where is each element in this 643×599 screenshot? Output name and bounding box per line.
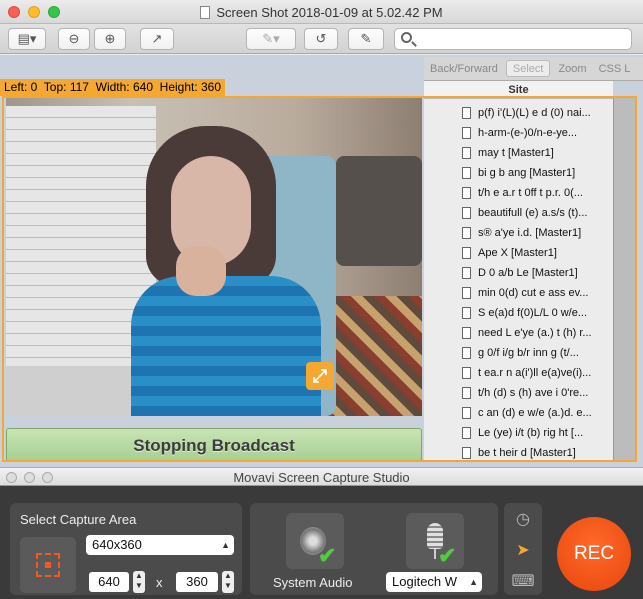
list-item[interactable]: s® a'ye i.d. [Master1] — [424, 223, 613, 243]
movavi-titlebar: Movavi Screen Capture Studio — [0, 467, 643, 486]
tab-select[interactable]: Select — [505, 60, 551, 77]
document-icon — [200, 6, 211, 19]
preview-titlebar: Screen Shot 2018-01-09 at 5.02.42 PM — [0, 0, 643, 24]
rotate-button[interactable]: ↺ — [304, 28, 338, 50]
list-item[interactable]: bi g b ang [Master1] — [424, 163, 613, 183]
page-icon — [462, 207, 471, 219]
sofa — [336, 156, 422, 266]
list-item[interactable]: beautifull (e) a.s/s (t)... — [424, 203, 613, 223]
rec-button[interactable]: REC — [557, 517, 631, 591]
list-item[interactable]: may t [Master1] — [424, 143, 613, 163]
page-icon — [462, 167, 471, 179]
width-stepper[interactable]: ▲ ▼ — [133, 571, 145, 593]
page-icon — [462, 447, 471, 459]
site-column-header[interactable]: Site — [424, 81, 613, 99]
microphone-select[interactable]: Logitech W ▲ — [386, 572, 482, 592]
markup-pen-button[interactable]: ✎▾ — [246, 28, 296, 50]
tab-zoom[interactable]: Zoom — [552, 57, 592, 80]
list-item[interactable]: S e(a)d f(0)L/L 0 w/e... — [424, 303, 613, 323]
window-title: Screen Shot 2018-01-09 at 5.02.42 PM — [0, 5, 643, 20]
list-item[interactable]: g 0/f i/g b/r inn g (t/... — [424, 343, 613, 363]
list-item[interactable]: D 0 a/b Le [Master1] — [424, 263, 613, 283]
keyboard-icon[interactable]: ⌨ — [508, 571, 538, 593]
page-icon — [462, 387, 471, 399]
page-icon — [462, 287, 471, 299]
list-item[interactable]: need L e'ye (a.) t (h) r... — [424, 323, 613, 343]
page-icon — [462, 407, 471, 419]
system-audio-label: System Audio — [273, 575, 353, 590]
preview-toolbar: ▤▾ ⊖ ⊕ ↗ ✎▾ ↺ ✎ — [0, 24, 643, 54]
tab-css[interactable]: CSS L — [593, 57, 637, 80]
page-icon — [462, 427, 471, 439]
capture-dimensions-label: Left: 0 Top: 117 Width: 640 Height: 360 — [0, 79, 226, 96]
select-capture-area-label: Select Capture Area — [20, 512, 137, 527]
search-field[interactable] — [394, 28, 632, 50]
share-button[interactable]: ↗ — [140, 28, 174, 50]
expand-icon[interactable]: ⤢ — [306, 362, 334, 390]
page-icon — [462, 307, 471, 319]
inspector-tabs: Back/Forward Select Zoom CSS L — [424, 57, 643, 81]
list-item[interactable]: min 0(d) cut e ass ev... — [424, 283, 613, 303]
sidebar-view-button[interactable]: ▤▾ — [8, 28, 46, 50]
width-field[interactable]: 640 — [89, 572, 129, 592]
page-icon — [462, 107, 471, 119]
zoom-out-button[interactable]: ⊖ — [58, 28, 90, 50]
list-item[interactable]: Ape X [Master1] — [424, 243, 613, 263]
page-icon — [462, 127, 471, 139]
page-icon — [462, 327, 471, 339]
timer-icon[interactable]: ◷ — [508, 509, 538, 531]
list-item[interactable]: t/h (d) s (h) ave i 0're... — [424, 383, 613, 403]
list-item[interactable]: t/h e a.r t 0ff t p.r. 0(... — [424, 183, 613, 203]
page-icon — [462, 267, 471, 279]
scrollbar-column[interactable] — [613, 96, 635, 462]
list-item[interactable]: c an (d) e w/e (a.)d. e... — [424, 403, 613, 423]
list-item[interactable]: h-arm-(e-)0/n-e-ye... — [424, 123, 613, 143]
page-icon — [462, 247, 471, 259]
height-field[interactable]: 360 — [176, 572, 218, 592]
capture-area-target-button[interactable] — [20, 537, 76, 593]
list-item[interactable]: Le (ye) i/t (b) rig ht [... — [424, 423, 613, 443]
markup-toolbar-button[interactable]: ✎ — [348, 28, 384, 50]
microphone-button[interactable]: ✔ — [406, 513, 464, 569]
page-icon — [462, 147, 471, 159]
stopping-broadcast-bar: Stopping Broadcast — [6, 428, 422, 462]
tab-back-forward[interactable]: Back/Forward — [424, 57, 504, 80]
site-list-panel: Site p(f) i'(L)(L) e d (0) nai... h-arm-… — [424, 81, 613, 462]
list-item[interactable]: be t heir d [Master1] — [424, 443, 613, 462]
list-item[interactable]: t ea.r n a(i')ll e(a)ve(i)... — [424, 363, 613, 383]
checkmark-icon: ✔ — [438, 543, 457, 568]
page-icon — [462, 227, 471, 239]
cursor-icon[interactable]: ➤ — [508, 540, 538, 562]
page-icon — [462, 347, 471, 359]
system-audio-button[interactable]: ✔ — [286, 513, 344, 569]
search-icon — [401, 32, 412, 43]
zoom-in-button[interactable]: ⊕ — [94, 28, 126, 50]
checkmark-icon: ✔ — [318, 543, 337, 568]
page-icon — [462, 187, 471, 199]
movavi-title: Movavi Screen Capture Studio — [233, 470, 410, 485]
height-stepper[interactable]: ▲ ▼ — [222, 571, 234, 593]
resolution-select[interactable]: 640x360 ▲ — [86, 535, 234, 555]
times-label: x — [156, 575, 163, 590]
page-icon — [462, 367, 471, 379]
webcam-video: ⤢ — [6, 96, 422, 416]
list-item[interactable]: p(f) i'(L)(L) e d (0) nai... — [424, 103, 613, 123]
